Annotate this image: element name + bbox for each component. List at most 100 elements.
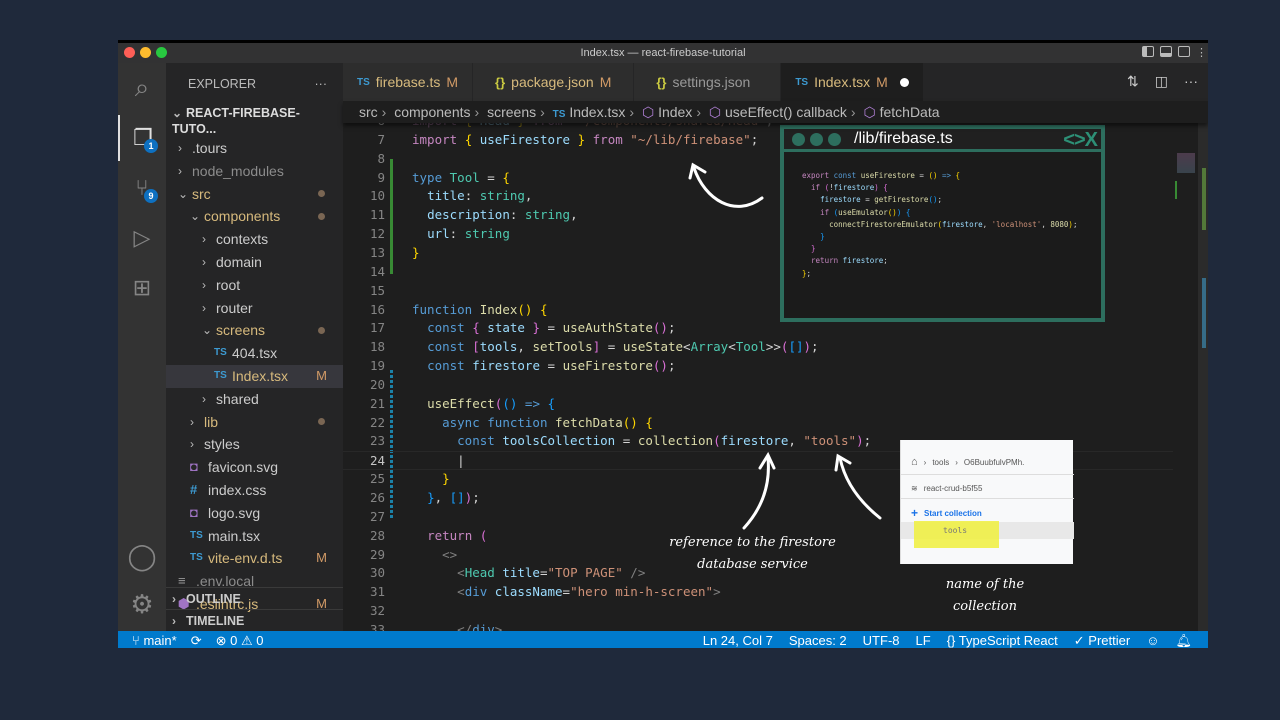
outline-section[interactable]: › OUTLINE [166,587,343,609]
tab-index-tsx[interactable]: TS Index.tsx M [781,63,924,101]
tree-item[interactable]: › node_modules [166,160,343,183]
breadcrumb-item[interactable]: components [394,104,470,120]
breadcrumb-item[interactable]: screens [487,104,536,120]
start-collection-button[interactable]: + Start collection [911,506,1074,520]
settings-gear-icon[interactable]: ⚙ [118,581,166,627]
breadcrumb-item[interactable]: Index.tsx [569,104,625,120]
more-actions-icon[interactable]: ··· [1184,73,1198,90]
outline-label: OUTLINE [186,592,241,606]
error-icon: ⊗ [215,633,227,648]
toggle-sidebar-icon[interactable] [1142,46,1154,57]
vertical-scrollbar[interactable] [1198,123,1208,631]
run-debug-icon[interactable]: ▷ [118,215,166,261]
modified-badge: M [316,368,327,383]
toggle-secondary-sidebar-icon[interactable] [1178,46,1190,57]
tree-item[interactable]: ◘ logo.svg [166,502,343,525]
tree-item[interactable]: › contexts [166,228,343,251]
code-text: useEffect(() => { [427,395,556,411]
collection-item-tools[interactable]: tools [943,526,967,535]
tree-item-label: src [192,185,211,202]
code-text: | [457,453,465,469]
tree-item[interactable]: › .tours [166,137,343,160]
warning-icon: ⚠ [240,633,253,648]
json-file-icon: {} [656,74,667,90]
tree-item-label: lib [204,413,219,430]
accounts-icon[interactable]: ◯ [118,533,166,579]
tree-item[interactable]: TS vite-env.d.ts M [166,547,343,570]
tree-item[interactable]: ⌄ src [166,183,343,206]
cursor-position[interactable]: Ln 24, Col 7 [703,631,773,648]
tree-item[interactable]: ⌄ screens [166,319,343,342]
minimap[interactable] [1173,123,1208,631]
start-collection-label: Start collection [924,508,982,518]
breadcrumb-item[interactable]: src [359,104,378,120]
project-id: react-crud-b5f55 [923,484,983,493]
modified-badge: M [876,74,888,90]
prettier-status[interactable]: ✓ Prettier [1074,631,1130,648]
breadcrumb-item[interactable]: useEffect() callback [725,104,847,120]
database-icon: ≋ [911,484,918,493]
tree-item[interactable]: › root [166,274,343,297]
notifications-bell-icon[interactable]: 🔔︎ [1175,631,1192,648]
tab-package-json[interactable]: {} package.json M [473,63,635,101]
sync-icon[interactable]: ⟳ [191,631,202,648]
svg-file-icon: ◘ [190,504,198,520]
explorer-icon[interactable]: ❐ 1 [118,115,166,161]
open-changes-icon[interactable]: ⇅ [1127,73,1139,90]
line-number: 19 [369,358,385,374]
tree-item-label: root [216,276,241,293]
timeline-label: TIMELINE [186,614,245,628]
overlay-code: export const useFirestore = () => { if (… [802,171,1078,278]
tree-item[interactable]: ◘ favicon.svg [166,456,343,479]
project-root[interactable]: ⌄ REACT-FIREBASE-TUTO... [166,105,343,136]
maximize-window-button[interactable] [156,47,167,58]
tree-item-label: contexts [216,231,269,248]
tab-settings-json[interactable]: {} settings.json [634,63,782,101]
tab-firebase-ts[interactable]: TS firebase.ts M [343,63,474,101]
tree-item[interactable]: › domain [166,251,343,274]
language-mode[interactable]: {} TypeScript React [947,631,1058,648]
minimize-window-button[interactable] [140,47,151,58]
tree-item[interactable]: TS 404.tsx [166,342,343,365]
line-number: 23 [369,433,385,449]
unsaved-dot-icon[interactable] [899,77,909,87]
chevron-down-icon: ⌄ [172,106,183,120]
extensions-icon[interactable]: ⊞ [118,265,166,311]
code-line: 19 const firestore = useFirestore(); [343,357,1173,376]
tree-item[interactable]: › router [166,297,343,320]
breadcrumb-item[interactable]: fetchData [880,104,940,120]
window-title: Index.tsx — react-firebase-tutorial [580,47,746,59]
tree-item-label: vite-env.d.ts [208,550,283,567]
tree-item[interactable]: › lib [166,411,343,434]
explorer-more-button[interactable]: ··· [315,77,328,91]
close-window-button[interactable] [124,47,135,58]
customize-layout-icon[interactable]: ⋮ [1196,46,1207,59]
breadcrumb-item[interactable]: Index [658,104,692,120]
gear-glyph: ⚙ [130,588,154,619]
indentation[interactable]: Spaces: 2 [789,631,847,648]
feedback-icon[interactable]: ☺ [1146,631,1159,648]
line-number: 22 [369,414,385,430]
line-number: 25 [369,471,385,487]
code-text: import { useFirestore } from "~/lib/fire… [412,131,759,147]
toggle-panel-icon[interactable] [1160,46,1172,57]
branch-status[interactable]: ⑂ main* [132,631,177,648]
code-text: async function fetchData() { [442,414,653,430]
tree-item[interactable]: TS Index.tsx M [166,365,343,388]
search-icon[interactable]: ⌕ [118,65,166,111]
timeline-section[interactable]: › TIMELINE [166,609,343,631]
tree-item[interactable]: ⌄ components [166,205,343,228]
line-number: 9 [377,169,385,185]
tree-item[interactable]: › styles [166,433,343,456]
tree-item[interactable]: › shared [166,388,343,411]
tree-item[interactable]: TS main.tsx [166,525,343,548]
encoding[interactable]: UTF-8 [863,631,900,648]
source-control-icon[interactable]: ⑂ 9 [118,165,166,211]
end-of-line[interactable]: LF [916,631,931,648]
language-label: TypeScript React [958,633,1058,648]
tree-item[interactable]: # index.css [166,479,343,502]
problems-status[interactable]: ⊗ 0 ⚠ 0 [216,631,264,648]
split-editor-icon[interactable]: ◫ [1155,73,1168,90]
tree-item-label: Index.tsx [232,368,289,384]
tree-item-label: index.css [208,482,267,498]
